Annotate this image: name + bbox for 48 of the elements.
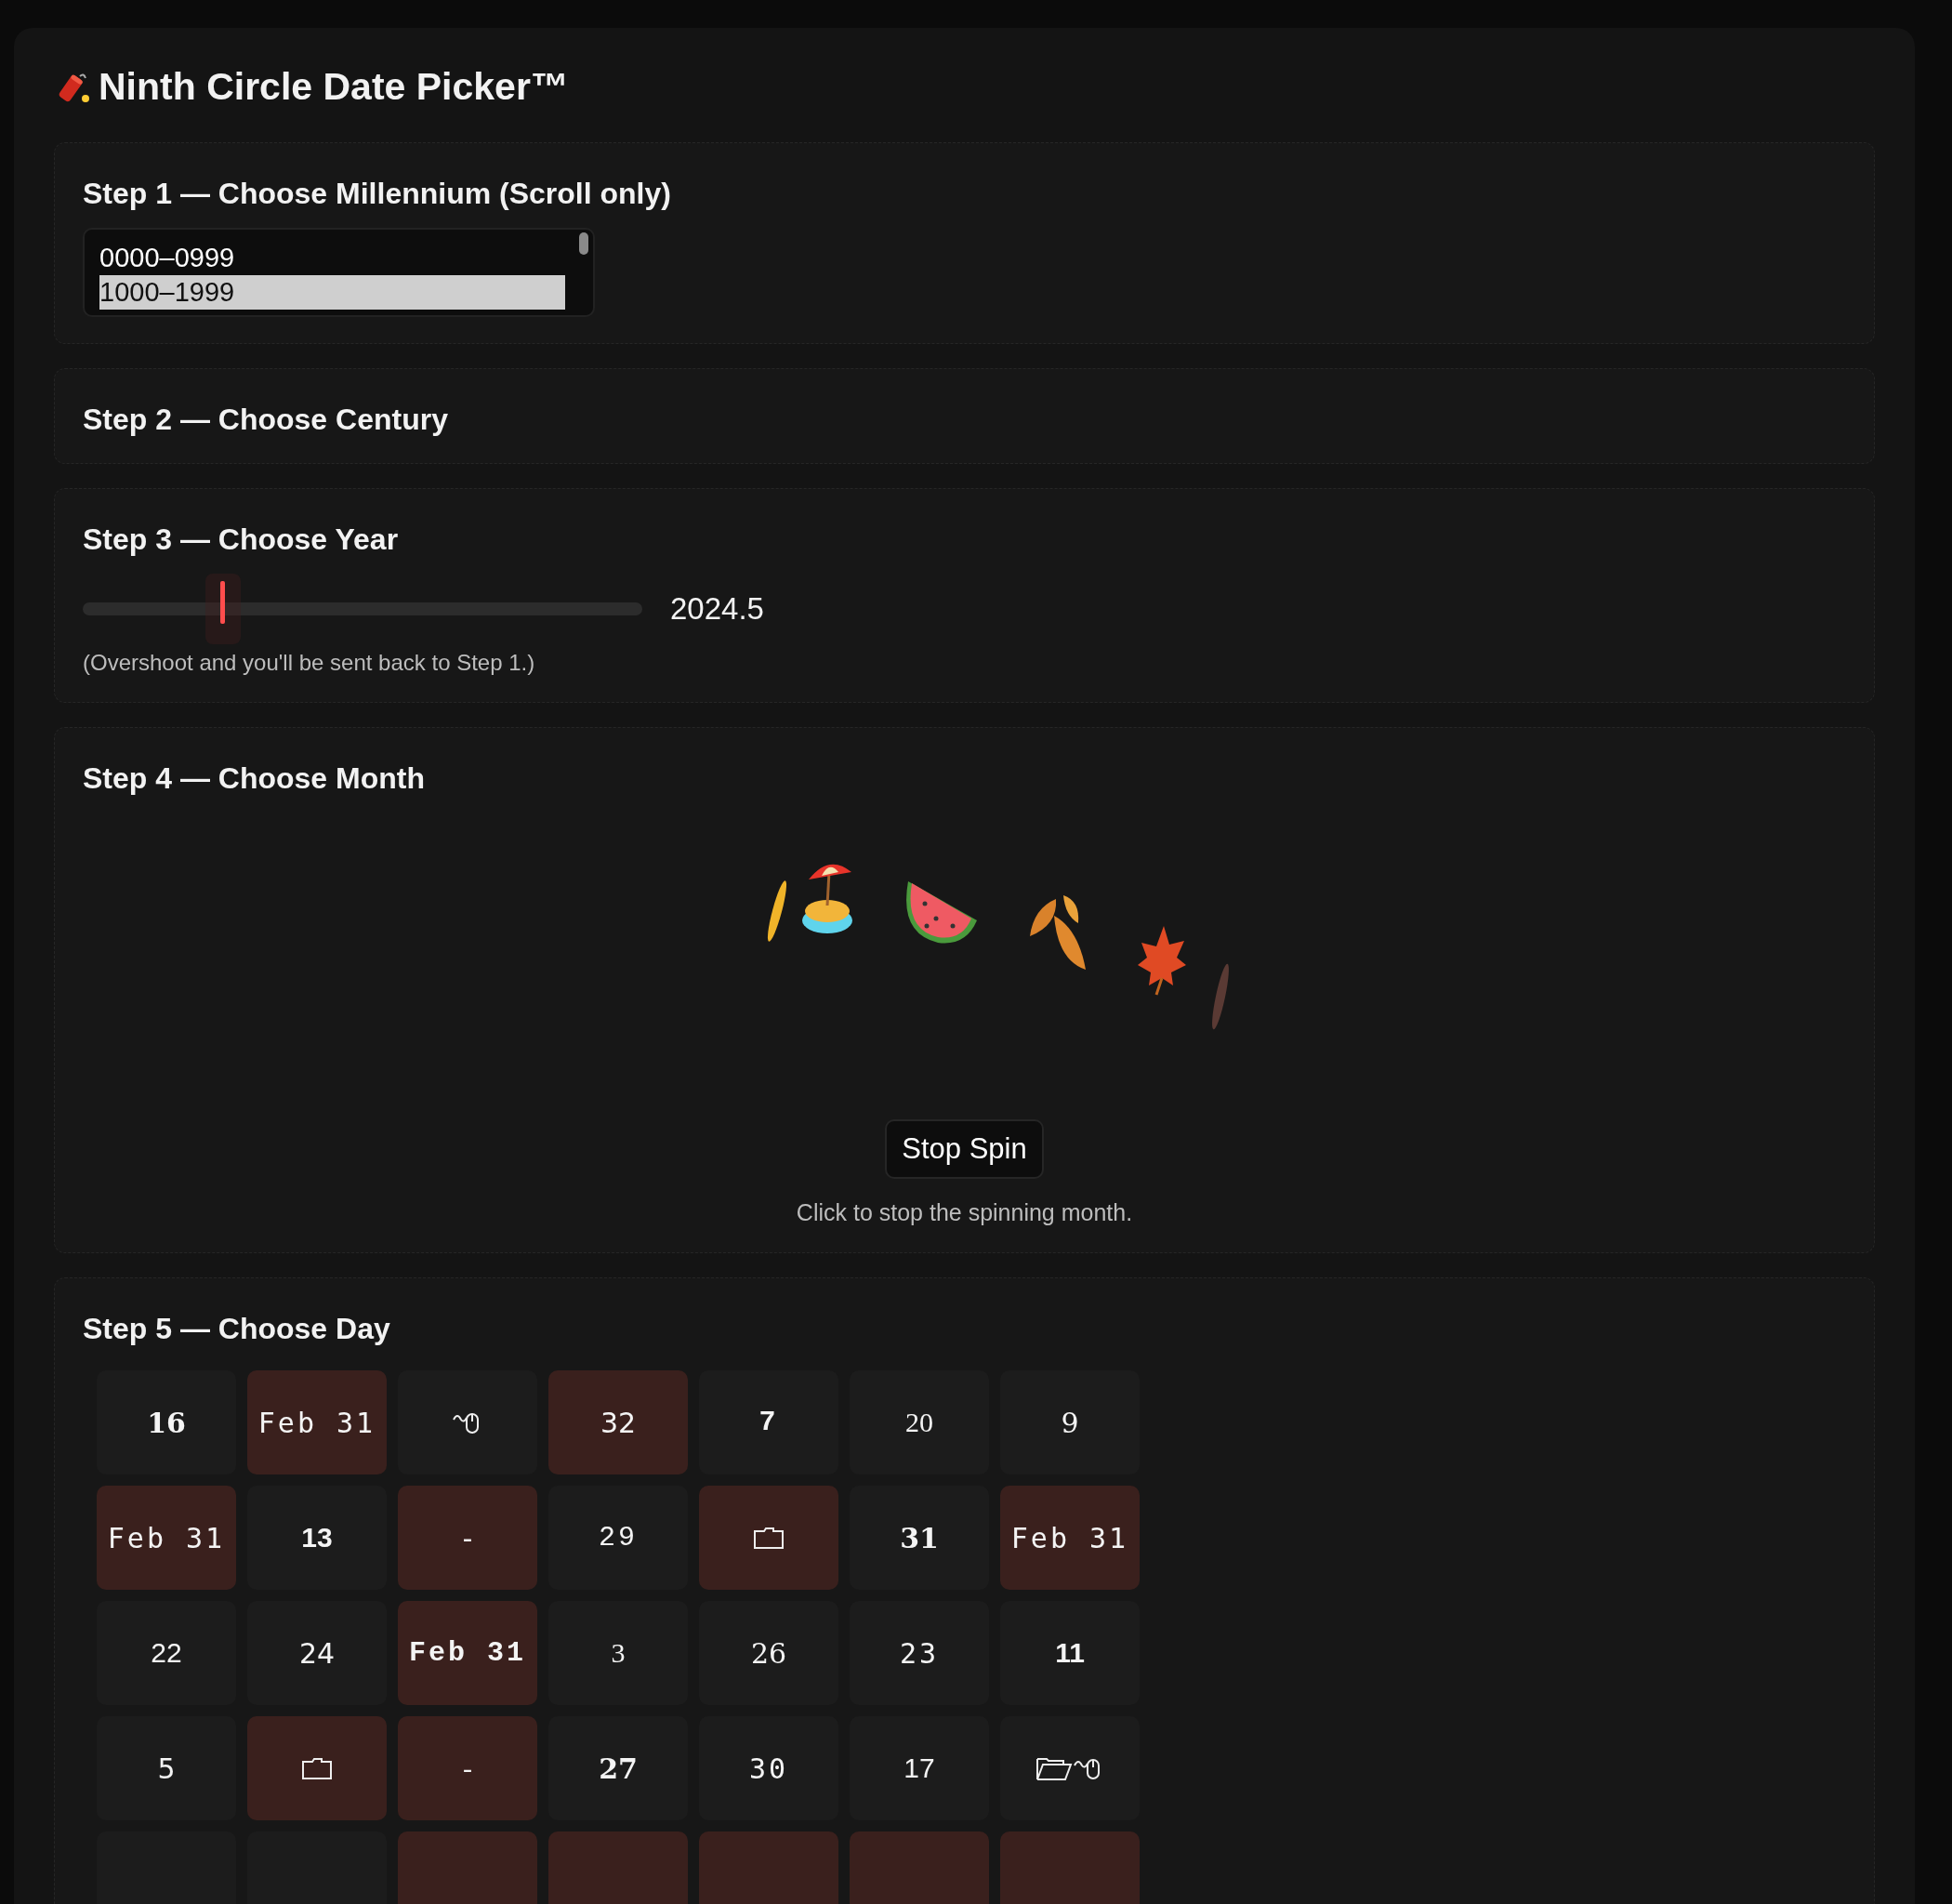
millennium-listbox[interactable]: 0000–0999 1000–1999 [83, 228, 595, 317]
day-cell[interactable]: 9 [1000, 1370, 1140, 1474]
day-cell[interactable]: 17 [850, 1716, 989, 1820]
day-cell[interactable] [1000, 1716, 1140, 1820]
step-heading: Step 4 — Choose Month [83, 761, 426, 796]
day-cell[interactable]: 26 [699, 1601, 838, 1705]
day-cell[interactable]: 31 [850, 1486, 989, 1590]
year-value: 2024.5 [670, 591, 764, 627]
day-cell[interactable]: Feb 31 [398, 1601, 537, 1705]
day-cell[interactable]: 27 [548, 1716, 688, 1820]
day-cell[interactable]: 24 [247, 1601, 387, 1705]
day-cell[interactable]: 20 [850, 1370, 989, 1474]
day-cell[interactable]: 13 [247, 1486, 387, 1590]
spin-caption: Click to stop the spinning month. [796, 1199, 1133, 1226]
day-cell[interactable] [699, 1486, 838, 1590]
step-heading: Step 3 — Choose Year [83, 522, 400, 557]
stop-spin-button[interactable]: Stop Spin [885, 1119, 1044, 1179]
day-cell[interactable]: 3 [548, 1601, 688, 1705]
day-cell[interactable]: 5 [97, 1716, 236, 1820]
day-cell[interactable]: 29 [548, 1486, 688, 1590]
day-cell[interactable]: 16 [97, 1370, 236, 1474]
slider-thumb[interactable] [204, 574, 241, 644]
step-heading: Step 2 — Choose Century [83, 403, 449, 437]
day-cell[interactable]: 22 [97, 1601, 236, 1705]
day-cell[interactable]: - [398, 1716, 537, 1820]
step-heading: Step 5 — Choose Day [83, 1312, 391, 1346]
scrollbar-thumb[interactable] [579, 232, 588, 255]
slider-note: (Overshoot and you'll be sent back to Step 1.) [83, 650, 536, 676]
year-slider[interactable] [83, 574, 642, 644]
day-cell[interactable]: 7 [699, 1370, 838, 1474]
day-cell[interactable]: Feb 31 [1000, 1486, 1140, 1590]
day-cell[interactable]: 11 [1000, 1601, 1140, 1705]
day-cell[interactable]: 30 [699, 1716, 838, 1820]
slider-track[interactable] [83, 602, 642, 615]
day-cell[interactable]: Feb 31 [97, 1486, 236, 1590]
listbox-option[interactable]: 1000–1999 [99, 275, 565, 310]
listbox-option[interactable]: 0000–0999 [99, 241, 565, 275]
day-cell[interactable]: 32 [548, 1370, 688, 1474]
day-cell[interactable]: - [398, 1486, 537, 1590]
folder-icon [301, 1756, 333, 1780]
day-cell[interactable] [247, 1716, 387, 1820]
day-cell[interactable]: Feb 31 [247, 1370, 387, 1474]
page-title: Ninth Circle Date Picker™ [99, 65, 569, 109]
day-cell[interactable]: 23 [850, 1601, 989, 1705]
folder-icon [753, 1526, 785, 1550]
step-heading: Step 1 — Choose Millennium (Scroll only) [83, 177, 672, 211]
open-folder-icon [1035, 1755, 1073, 1781]
day-cell[interactable] [398, 1370, 537, 1474]
